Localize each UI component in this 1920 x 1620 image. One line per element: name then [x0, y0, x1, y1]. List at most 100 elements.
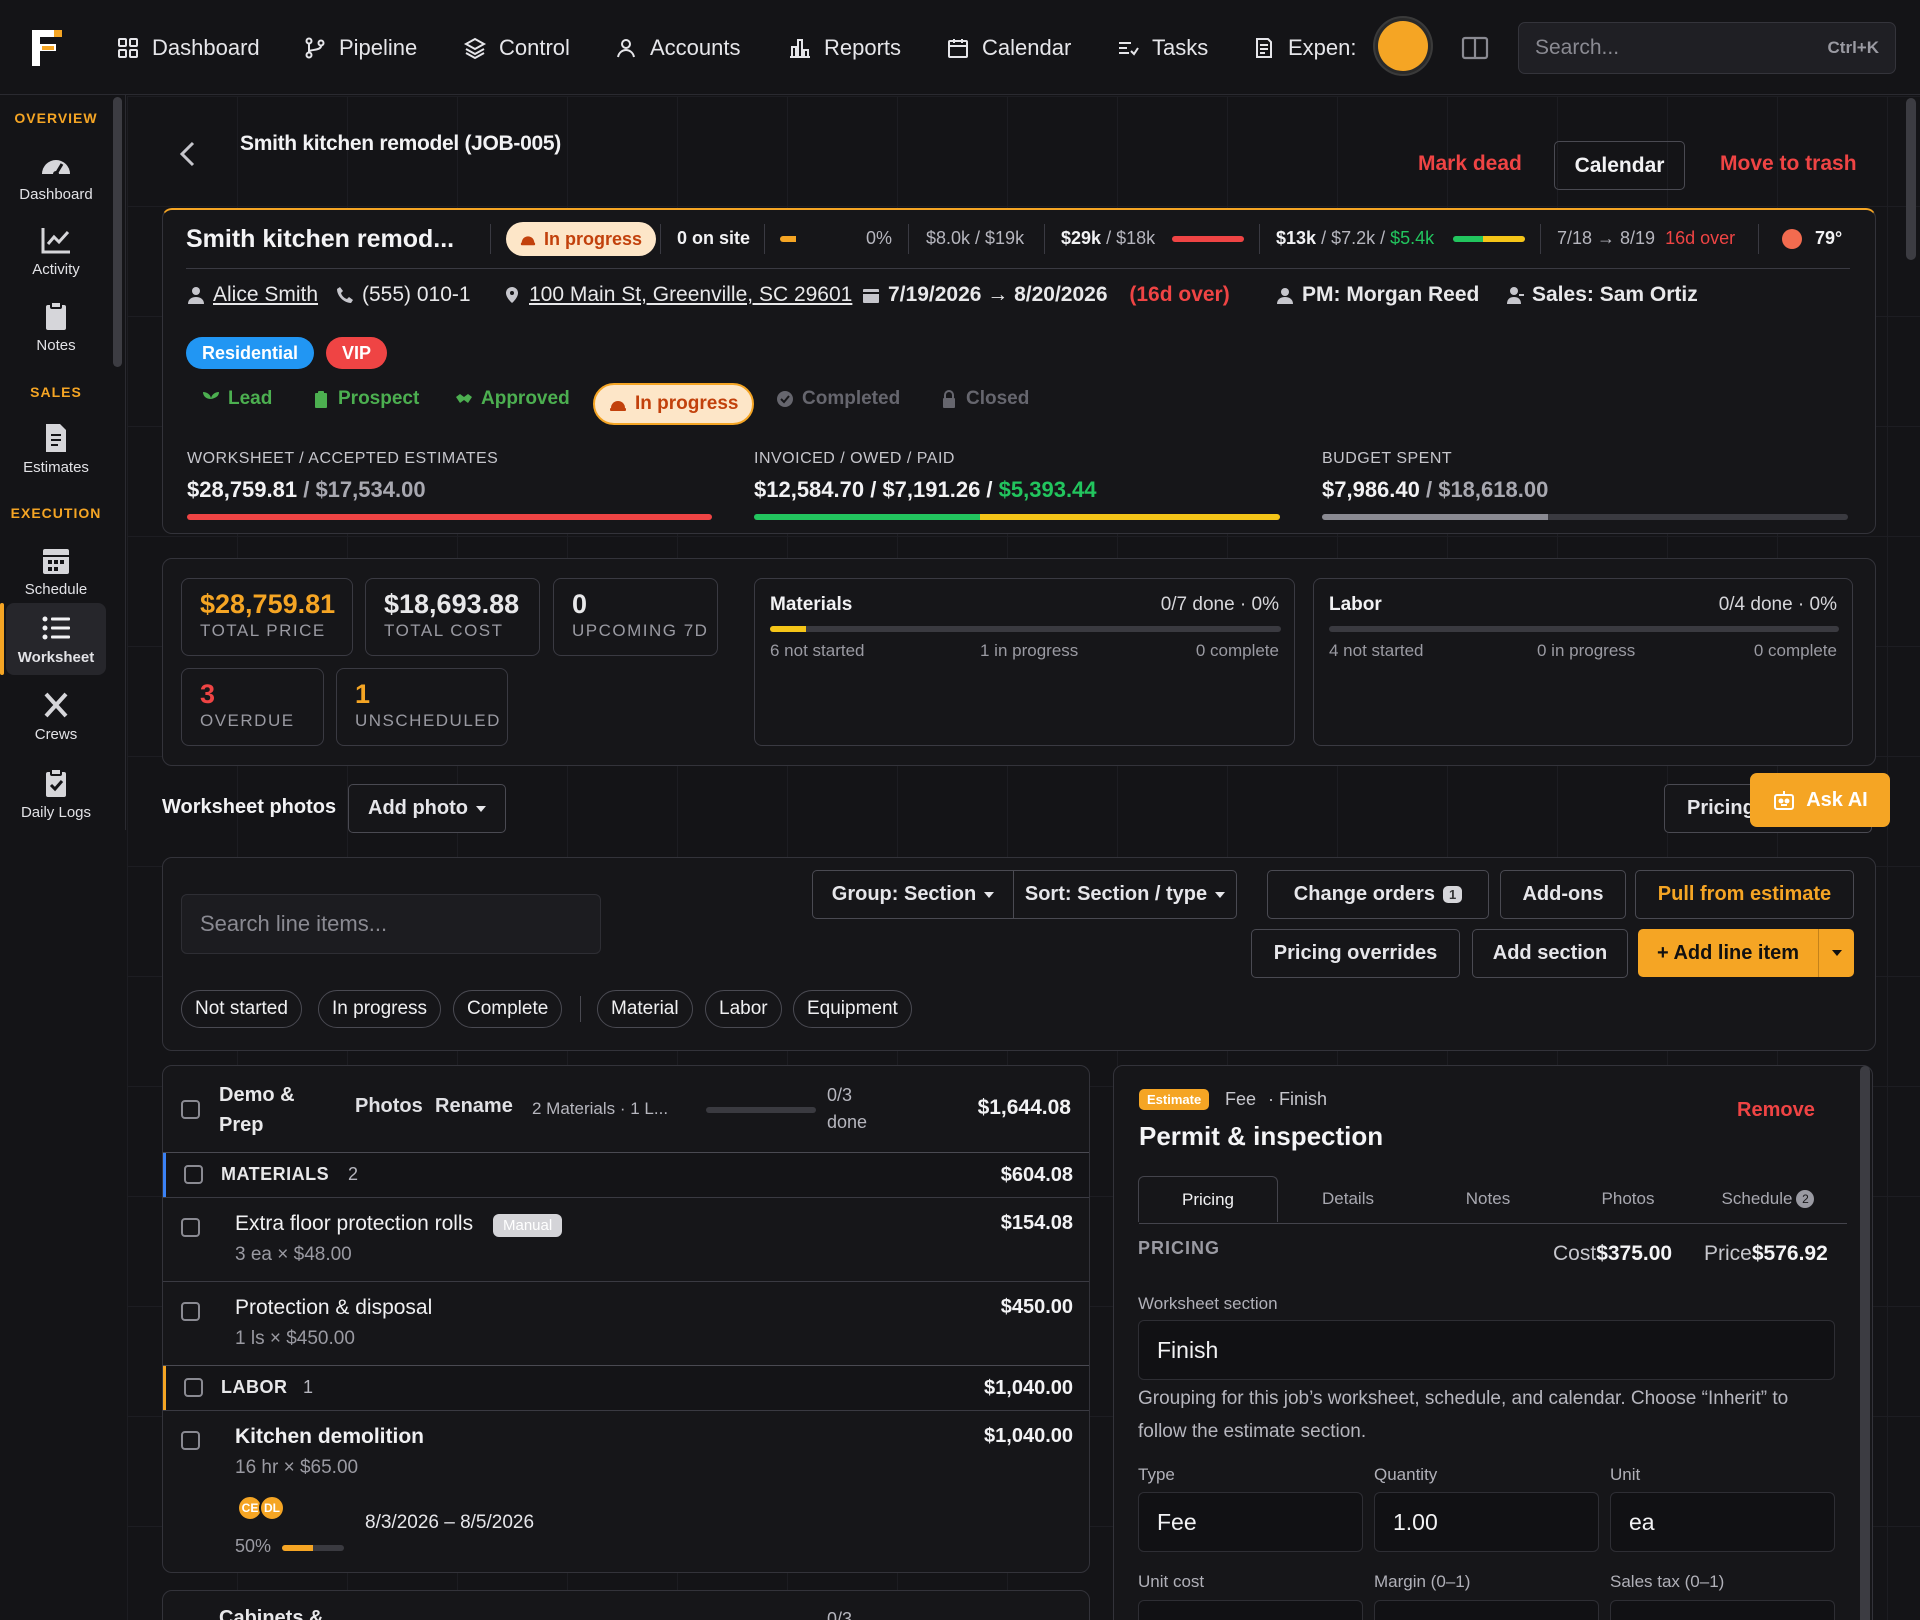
- section-photos-button[interactable]: Photos: [355, 1095, 423, 1118]
- sidebar-item-estimates[interactable]: Estimates: [6, 413, 106, 485]
- section-checkbox[interactable]: [181, 1100, 200, 1119]
- nav-tasks[interactable]: Tasks: [1116, 30, 1208, 66]
- stage-lead[interactable]: Lead: [202, 388, 272, 410]
- add-line-item-button[interactable]: + Add line item: [1638, 929, 1854, 977]
- tag-residential[interactable]: Residential: [186, 337, 315, 369]
- group-checkbox[interactable]: [184, 1165, 203, 1184]
- calendar-button[interactable]: Calendar: [1554, 141, 1685, 190]
- filter-equipment[interactable]: Equipment: [793, 990, 912, 1028]
- sidebar-item-dashboard[interactable]: Dashboard: [6, 140, 106, 212]
- status-badge[interactable]: In progress: [506, 222, 657, 256]
- sidebar-item-crews[interactable]: Crews: [6, 680, 106, 752]
- stage-prospect[interactable]: Prospect: [312, 388, 419, 410]
- filter-complete[interactable]: Complete: [453, 990, 563, 1028]
- sidebar-item-activity[interactable]: Activity: [6, 215, 106, 287]
- avatar[interactable]: DL: [259, 1495, 285, 1521]
- filter-not-started[interactable]: Not started: [181, 990, 302, 1028]
- ask-ai-button[interactable]: Ask AI: [1750, 773, 1890, 827]
- remove-button[interactable]: Remove: [1737, 1099, 1815, 1122]
- filter-material[interactable]: Material: [597, 990, 693, 1028]
- table-row[interactable]: Protection & disposal 1 ls × $450.00 $45…: [163, 1282, 1089, 1364]
- sidebar-item-worksheet[interactable]: Worksheet: [6, 603, 106, 675]
- customer-link[interactable]: Alice Smith: [187, 283, 318, 307]
- type-field[interactable]: Fee: [1138, 1492, 1363, 1552]
- divider: [580, 996, 581, 1022]
- stage-approved[interactable]: Approved: [455, 388, 570, 410]
- change-orders-button[interactable]: Change orders 1: [1267, 870, 1489, 919]
- filter-labor[interactable]: Labor: [705, 990, 782, 1028]
- nav-expenses[interactable]: Expen:: [1252, 30, 1358, 66]
- line-item-search-input[interactable]: Search line items...: [181, 894, 601, 954]
- estimate-badge: Estimate: [1139, 1089, 1210, 1110]
- book-icon[interactable]: [1460, 33, 1490, 63]
- sidebar-item-daily-logs[interactable]: Daily Logs: [6, 758, 106, 830]
- unit-cost-field[interactable]: [1138, 1600, 1363, 1620]
- sidebar-item-schedule[interactable]: Schedule: [6, 535, 106, 607]
- nav-accounts[interactable]: Accounts: [614, 30, 741, 66]
- unit-label: Unit: [1610, 1465, 1641, 1484]
- item-name: Extra floor protection rolls: [235, 1212, 474, 1235]
- section-rename-button[interactable]: Rename: [435, 1095, 513, 1118]
- add-photo-dropdown[interactable]: Add photo: [348, 784, 506, 833]
- tab-photos[interactable]: Photos: [1558, 1176, 1698, 1222]
- tab-details[interactable]: Details: [1278, 1176, 1418, 1222]
- global-search-input[interactable]: Search... Ctrl+K: [1518, 22, 1896, 74]
- kpi-total-price: $28,759.81 TOTAL PRICE: [181, 578, 353, 656]
- stage-completed[interactable]: Completed: [776, 388, 900, 410]
- sidebar-item-notes[interactable]: Notes: [6, 291, 106, 363]
- pricing-overrides-button[interactable]: Pricing overrides: [1251, 929, 1460, 978]
- address-link[interactable]: 100 Main St, Greenville, SC 29601: [503, 283, 852, 307]
- app-logo[interactable]: [30, 28, 64, 68]
- row-checkbox[interactable]: [181, 1218, 200, 1237]
- project-manager: PM: Morgan Reed: [1276, 283, 1479, 307]
- sidebar-scrollbar[interactable]: [113, 97, 122, 367]
- add-section-button[interactable]: Add section: [1472, 929, 1628, 978]
- phone-link[interactable]: (555) 010-1: [336, 283, 471, 307]
- nav-control[interactable]: Control: [463, 30, 570, 66]
- nav-reports[interactable]: Reports: [788, 30, 901, 66]
- margin-field[interactable]: [1374, 1600, 1599, 1620]
- stage-in-progress[interactable]: In progress: [593, 383, 755, 425]
- back-chevron-icon[interactable]: [176, 140, 200, 168]
- stage-closed[interactable]: Closed: [940, 388, 1029, 410]
- nav-dashboard[interactable]: Dashboard: [116, 30, 260, 66]
- git-branch-icon: [303, 36, 327, 60]
- filter-in-progress[interactable]: In progress: [318, 990, 442, 1028]
- on-site-count: 0 on site: [677, 228, 751, 248]
- detail-scrollbar[interactable]: [1860, 1066, 1870, 1620]
- quantity-field[interactable]: 1.00: [1374, 1492, 1599, 1552]
- sales-tax-field[interactable]: [1610, 1600, 1835, 1620]
- row-checkbox[interactable]: [181, 1431, 200, 1450]
- tab-notes[interactable]: Notes: [1418, 1176, 1558, 1222]
- metric-value-budget: $7,986.40 / $18,618.00: [1322, 477, 1549, 502]
- tab-pricing[interactable]: Pricing: [1138, 1176, 1278, 1222]
- divider: [1758, 224, 1759, 254]
- addons-button[interactable]: Add-ons: [1500, 870, 1626, 919]
- worksheet-section-field[interactable]: Finish: [1138, 1320, 1835, 1380]
- table-row[interactable]: Extra floor protection rolls Manual 3 ea…: [163, 1198, 1089, 1280]
- caret-down-icon[interactable]: [1818, 929, 1854, 977]
- user-icon: [614, 36, 638, 60]
- row-checkbox[interactable]: [181, 1302, 200, 1321]
- sidebar-item-label: Daily Logs: [20, 803, 92, 821]
- user-avatar[interactable]: [1378, 21, 1428, 71]
- labor-bar: [1329, 626, 1839, 632]
- mark-dead-button[interactable]: Mark dead: [1418, 152, 1522, 176]
- nav-calendar[interactable]: Calendar: [946, 30, 1071, 66]
- divider: [1044, 224, 1045, 254]
- sort-dropdown[interactable]: Sort: Section / type: [1013, 870, 1237, 919]
- group-checkbox[interactable]: [184, 1378, 203, 1397]
- main-scrollbar[interactable]: [1906, 98, 1916, 260]
- nav-pipeline[interactable]: Pipeline: [303, 30, 417, 66]
- date-range: 7/19/2026 → 8/20/2026 (16d over): [862, 283, 1230, 307]
- unit-field[interactable]: ea: [1610, 1492, 1835, 1552]
- metric-bar-worksheet: [187, 514, 712, 520]
- tab-schedule[interactable]: Schedule 2: [1698, 1176, 1838, 1222]
- pull-from-estimate-button[interactable]: Pull from estimate: [1635, 870, 1854, 919]
- tag-vip[interactable]: VIP: [326, 337, 388, 369]
- table-row[interactable]: Kitchen demolition 16 hr × $65.00 $1,040…: [163, 1411, 1089, 1571]
- grid-icon: [116, 36, 140, 60]
- group-by-dropdown[interactable]: Group: Section: [812, 870, 1014, 919]
- move-to-trash-button[interactable]: Move to trash: [1720, 152, 1857, 176]
- detail-title: Permit & inspection: [1139, 1121, 1384, 1151]
